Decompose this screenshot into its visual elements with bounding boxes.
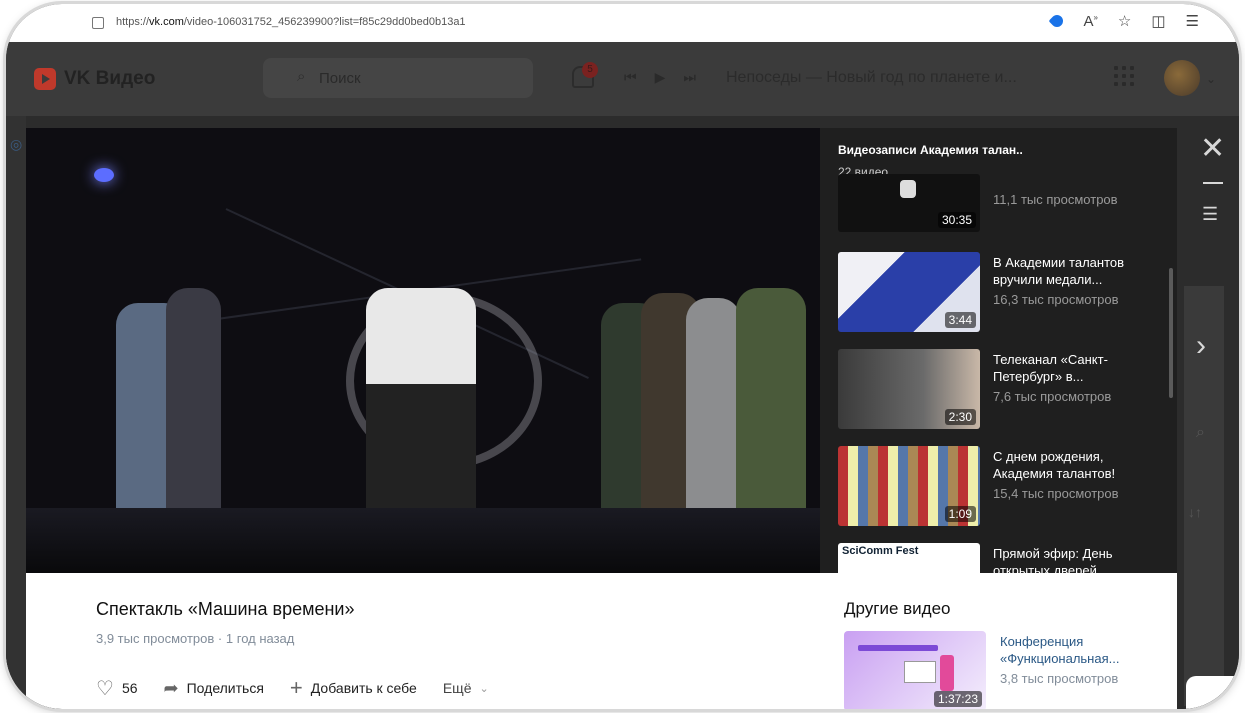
mini-player-controls: ⏮ ▶ ⏭ (624, 69, 696, 86)
video-thumbnail: 1:09 (838, 446, 980, 526)
add-label: Добавить к себе (310, 680, 417, 696)
playlist-panel: Видеозаписи Академия талан.. 22 видео 30… (820, 128, 1177, 573)
other-video-item[interactable]: 1:37:23 Конференция «Функциональная... 3… (844, 631, 1174, 709)
video-title-link[interactable]: С днем рождения, Академия талантов! (993, 448, 1153, 482)
playlist-toggle-icon[interactable]: ☰ (1202, 204, 1218, 225)
view-count: 3,8 тыс просмотров (1000, 671, 1119, 686)
like-button[interactable]: ♡ 56 (96, 676, 138, 701)
video-title-link[interactable]: Телеканал «Санкт-Петербург» в... (993, 351, 1153, 385)
playlist-item[interactable]: 1:09 С днем рождения, Академия талантов!… (838, 446, 1168, 536)
more-button[interactable]: Ещё ⌄ (443, 680, 489, 696)
plus-icon: + (289, 675, 303, 700)
stage-light (94, 168, 114, 182)
page-info-icon[interactable] (92, 17, 104, 29)
duration-badge: 1:37:23 (933, 691, 982, 707)
favorite-star-icon[interactable]: ☆ (1118, 12, 1131, 30)
search-placeholder: Поиск (319, 70, 361, 87)
browser-toolbar: A» ☆ ◫ ☰ (1048, 12, 1199, 30)
minimize-icon[interactable] (1203, 182, 1223, 184)
thumbnail-text: SciComm Fest (842, 545, 919, 557)
view-count: 7,6 тыс просмотров (993, 389, 1112, 404)
duration-badge: 1:09 (944, 506, 976, 522)
sort-icon: ↓↑ (1188, 504, 1202, 520)
more-label: Ещё (442, 680, 472, 696)
split-screen-icon[interactable]: ◫ (1151, 12, 1165, 30)
playlist-item[interactable]: SciComm Fest Прямой эфир: День открытых … (838, 543, 1168, 573)
duration-badge: 2:30 (944, 409, 976, 425)
left-edge-icon: ◎ (10, 136, 23, 152)
video-thumbnail: 1:37:23 (844, 631, 986, 709)
video-meta: 3,9 тыс просмотров · 1 год назад (96, 631, 294, 646)
view-count: 15,4 тыс просмотров (993, 486, 1119, 501)
now-playing-title[interactable]: Непоседы — Новый год по планете и... (726, 69, 1017, 87)
play-icon[interactable]: ▶ (655, 69, 666, 86)
share-label: Поделиться (186, 680, 264, 696)
add-to-my-videos-button[interactable]: + Добавить к себе (290, 675, 417, 701)
video-thumbnail: 3:44 (838, 252, 980, 332)
tag-icon[interactable] (1048, 12, 1066, 30)
search-icon: ⌕ (1196, 424, 1205, 441)
next-track-icon[interactable]: ⏭ (683, 69, 696, 86)
vk-video-logo-icon[interactable] (34, 68, 56, 90)
browser-window: https://vk.com/video-106031752_456239900… (6, 4, 1239, 709)
search-input[interactable]: ⌕ Поиск (263, 58, 533, 98)
upload-age: 1 год назад (225, 631, 295, 646)
video-title-link[interactable]: Прямой эфир: День открытых дверей... (993, 545, 1153, 573)
video-title-link[interactable]: Конференция «Функциональная... (1000, 633, 1160, 667)
apps-grid-icon[interactable] (1114, 66, 1134, 86)
close-icon[interactable]: ✕ (1200, 134, 1225, 164)
read-aloud-icon[interactable]: A» (1083, 13, 1097, 30)
other-videos-heading: Другие видео (844, 599, 951, 618)
playlist-title[interactable]: Видеозаписи Академия талан.. (838, 143, 1023, 157)
logo-text[interactable]: VK Видео (64, 68, 155, 90)
view-count: 16,3 тыс просмотров (993, 292, 1119, 307)
avatar[interactable] (1164, 60, 1200, 96)
notification-badge: 5 (582, 62, 598, 78)
video-player[interactable] (26, 128, 820, 573)
video-thumbnail: 30:35 (838, 174, 980, 232)
notifications-button[interactable]: 5 (572, 62, 598, 88)
duration-badge: 30:35 (937, 212, 976, 228)
next-video-icon[interactable]: › (1196, 329, 1206, 363)
collections-icon[interactable]: ☰ (1186, 12, 1199, 30)
video-title: Спектакль «Машина времени» (96, 599, 355, 619)
meta-separator: · (217, 631, 223, 646)
chevron-down-icon[interactable]: ⌄ (1206, 72, 1216, 86)
search-icon: ⌕ (297, 68, 306, 85)
playlist-item[interactable]: 2:30 Телеканал «Санкт-Петербург» в... 7,… (838, 349, 1168, 439)
share-icon: ➦ (163, 677, 179, 698)
video-thumbnail: SciComm Fest (838, 543, 980, 573)
video-info: Спектакль «Машина времени» 3,9 тыс просм… (26, 573, 820, 709)
heart-icon: ♡ (96, 677, 114, 700)
other-videos: Другие видео 1:37:23 Конференция «Функци… (820, 573, 1177, 709)
video-actions: ♡ 56 ➦ Поделиться + Добавить к себе Ещё … (96, 675, 489, 701)
corner-widget (1186, 676, 1239, 709)
like-count: 56 (121, 680, 138, 696)
previous-track-icon[interactable]: ⏮ (624, 69, 637, 86)
left-page-edge: ◎ (6, 116, 26, 709)
duration-badge: 3:44 (944, 312, 976, 328)
view-count: 3,9 тыс просмотров (96, 631, 215, 646)
video-title-link[interactable]: В Академии талантов вручили медали... (993, 254, 1153, 288)
video-thumbnail: 2:30 (838, 349, 980, 429)
vk-header: VK Видео ⌕ Поиск 5 ⏮ ▶ ⏭ Непоседы — Новы… (6, 42, 1239, 116)
chevron-down-icon: ⌄ (479, 682, 489, 695)
view-count: 11,1 тыс просмотров (993, 192, 1118, 207)
playlist-item[interactable]: 3:44 В Академии талантов вручили медали.… (838, 252, 1168, 342)
share-button[interactable]: ➦ Поделиться (164, 678, 264, 699)
address-bar[interactable]: https://vk.com/video-106031752_456239900… (6, 4, 1239, 43)
playlist-scrollbar[interactable] (1169, 268, 1173, 398)
url-text[interactable]: https://vk.com/video-106031752_456239900… (116, 16, 466, 28)
